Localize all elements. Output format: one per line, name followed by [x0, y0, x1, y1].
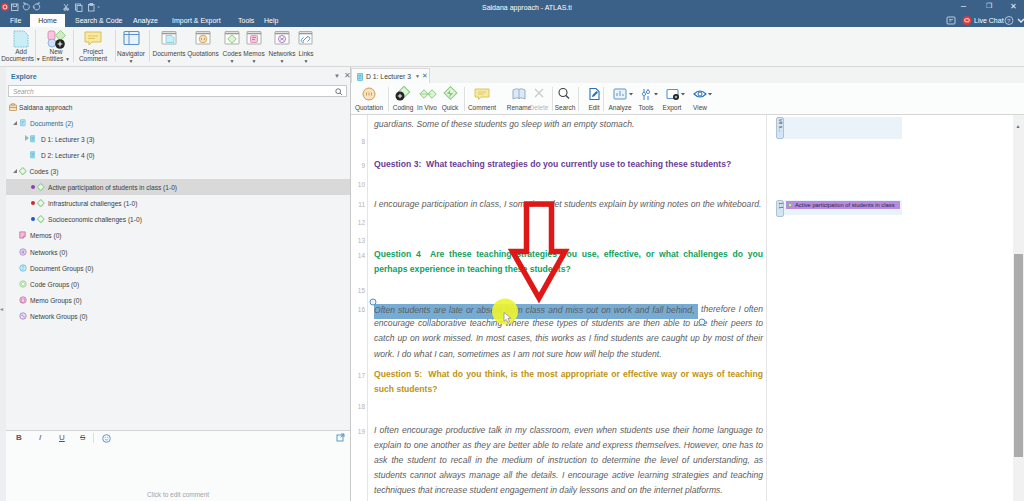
svg-text:?: ? [1007, 18, 1011, 24]
